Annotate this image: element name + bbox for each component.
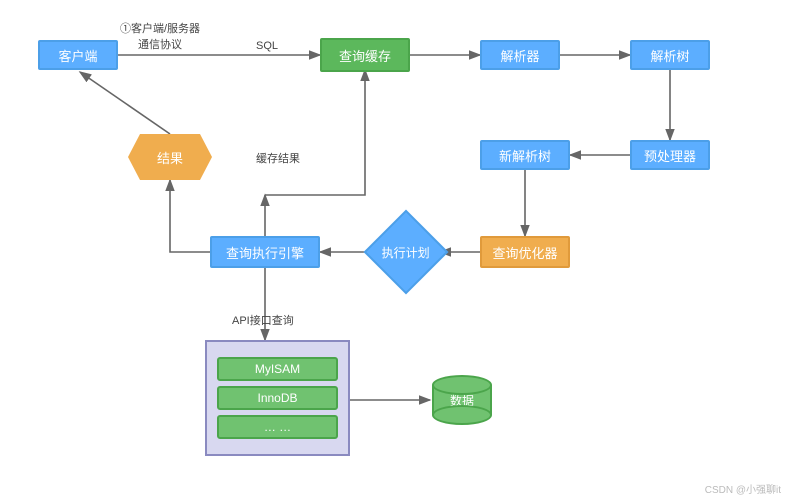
- preprocessor-label: 预处理器: [644, 146, 696, 165]
- result-label: 结果: [157, 148, 183, 167]
- watermark: CSDN @小强聊it: [705, 481, 781, 496]
- sql-label: SQL: [256, 40, 278, 52]
- exec-plan-node: 执行计划: [376, 222, 436, 282]
- client-node: 客户端: [38, 40, 118, 70]
- query-cache-node: 查询缓存: [320, 38, 410, 72]
- protocol-label: ①客户端/服务器 通信协议: [120, 20, 200, 52]
- parse-tree-label: 解析树: [650, 46, 689, 65]
- storage-engines-container: MyISAM InnoDB … …: [205, 340, 350, 456]
- parser-node: 解析器: [480, 40, 560, 70]
- cache-result-label: 缓存结果: [256, 150, 300, 166]
- optimizer-label: 查询优化器: [492, 243, 557, 262]
- engine-etc: … …: [217, 415, 338, 439]
- new-parse-tree-label: 新解析树: [499, 146, 551, 165]
- engine-myisam: MyISAM: [217, 357, 338, 381]
- parser-label: 解析器: [500, 46, 539, 65]
- query-engine-node: 查询执行引擎: [210, 236, 320, 268]
- client-label: 客户端: [58, 46, 97, 65]
- result-node: 结果: [140, 134, 200, 180]
- exec-plan-label: 执行计划: [382, 243, 430, 260]
- api-query-label: API接口查询: [232, 312, 294, 328]
- query-cache-label: 查询缓存: [339, 46, 391, 65]
- data-cylinder: 数据: [432, 375, 492, 425]
- new-parse-tree-node: 新解析树: [480, 140, 570, 170]
- parse-tree-node: 解析树: [630, 40, 710, 70]
- engine-innodb: InnoDB: [217, 386, 338, 410]
- optimizer-node: 查询优化器: [480, 236, 570, 268]
- preprocessor-node: 预处理器: [630, 140, 710, 170]
- query-engine-label: 查询执行引擎: [226, 243, 304, 262]
